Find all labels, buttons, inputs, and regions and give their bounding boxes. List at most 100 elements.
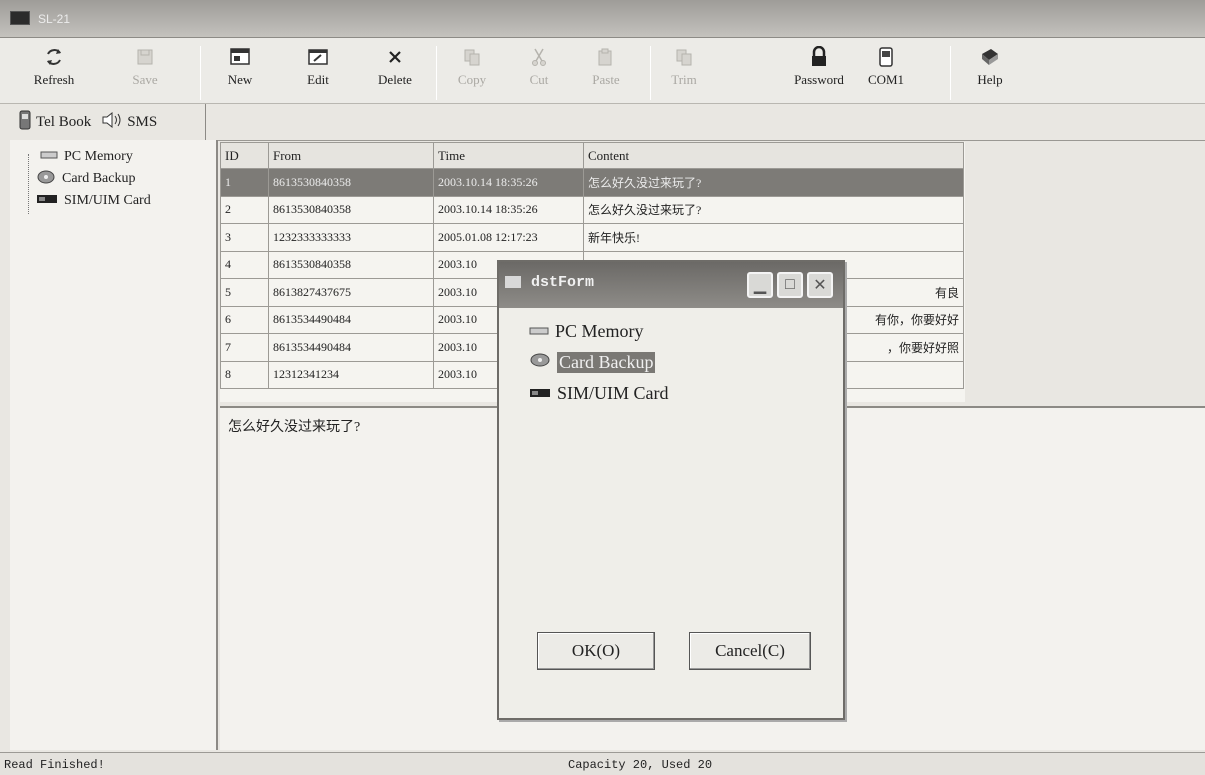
com-port-button[interactable]: COM1 xyxy=(862,44,910,100)
window-title: SL-21 xyxy=(38,12,71,26)
copy-button[interactable]: Copy xyxy=(452,44,492,100)
refresh-icon xyxy=(43,44,65,70)
dialog-title-bar: dstForm ▁ □ ✕ xyxy=(499,262,843,308)
ok-button[interactable]: OK(O) xyxy=(537,632,655,670)
status-bar: Read Finished! Capacity 20, Used 20 xyxy=(0,752,1205,775)
dialog-storage-list: PC Memory Card Backup SIM/UIM Card xyxy=(529,316,669,409)
maximize-button[interactable]: □ xyxy=(777,272,803,298)
delete-icon xyxy=(387,44,403,70)
sim-card-icon xyxy=(529,383,551,404)
cell-id: 7 xyxy=(220,333,269,362)
cell-time: 2003.10.14 18:35:26 xyxy=(433,195,584,224)
table-row[interactable]: 1 8613530840358 2003.10.14 18:35:26 怎么好久… xyxy=(220,168,964,197)
save-icon xyxy=(135,44,155,70)
memory-icon xyxy=(40,149,58,166)
password-button[interactable]: Password xyxy=(786,44,852,100)
table-row[interactable]: 2 8613530840358 2003.10.14 18:35:26 怎么好久… xyxy=(220,195,964,224)
refresh-button[interactable]: Refresh xyxy=(26,44,82,100)
card-backup-icon xyxy=(529,352,551,373)
dialog-item-card-backup[interactable]: Card Backup xyxy=(529,347,669,378)
cell-from: 8613530840358 xyxy=(268,250,434,279)
close-button[interactable]: ✕ xyxy=(807,272,833,298)
cut-icon xyxy=(529,44,549,70)
toolbar-separator xyxy=(650,46,651,100)
cell-content: 怎么好久没过来玩了? xyxy=(583,168,964,197)
column-header-from[interactable]: From xyxy=(268,142,434,169)
cancel-label: Cancel(C) xyxy=(715,641,785,660)
maximize-icon: □ xyxy=(785,276,795,293)
new-icon xyxy=(229,44,251,70)
storage-tree: PC Memory Card Backup SIM/UIM Card xyxy=(10,140,218,750)
app-icon xyxy=(10,11,30,25)
toolbar-separator xyxy=(950,46,951,100)
cell-id: 6 xyxy=(220,305,269,334)
edit-button[interactable]: Edit xyxy=(298,44,338,100)
cell-from: 12312341234 xyxy=(268,360,434,389)
tree-item-card-backup[interactable]: Card Backup xyxy=(10,168,216,190)
phone-icon xyxy=(876,44,896,70)
cell-from: 8613530840358 xyxy=(268,168,434,197)
table-row[interactable]: 3 1232333333333 2005.01.08 12:17:23 新年快乐… xyxy=(220,223,964,252)
tree-item-pc-memory[interactable]: PC Memory xyxy=(10,146,216,168)
dialog-item-pc-memory[interactable]: PC Memory xyxy=(529,316,669,347)
new-button[interactable]: New xyxy=(218,44,262,100)
cell-time: 2005.01.08 12:17:23 xyxy=(433,223,584,252)
close-icon: ✕ xyxy=(813,277,827,294)
sim-card-icon xyxy=(36,193,58,210)
copy-icon xyxy=(462,44,482,70)
minimize-icon: ▁ xyxy=(753,277,767,294)
cell-id: 4 xyxy=(220,250,269,279)
telephone-icon xyxy=(18,110,32,135)
minimize-button[interactable]: ▁ xyxy=(747,272,773,298)
status-message: Read Finished! xyxy=(4,758,105,772)
delete-button[interactable]: Delete xyxy=(370,44,420,100)
dialog-app-icon xyxy=(505,276,521,288)
dst-form-dialog: dstForm ▁ □ ✕ PC Memory Card Backup SIM/… xyxy=(497,260,845,720)
tree-connector xyxy=(28,154,29,214)
cell-id: 2 xyxy=(220,195,269,224)
paste-icon xyxy=(596,44,616,70)
tree-item-sim-card[interactable]: SIM/UIM Card xyxy=(10,190,216,212)
cell-id: 3 xyxy=(220,223,269,252)
cell-from: 8613534490484 xyxy=(268,333,434,362)
tab-bar: Tel Book SMS xyxy=(10,104,206,140)
preview-text: 怎么好久没过来玩了? xyxy=(228,420,361,435)
dialog-title: dstForm xyxy=(531,274,595,291)
toolbar-separator xyxy=(200,46,201,100)
column-header-time[interactable]: Time xyxy=(433,142,584,169)
cell-id: 8 xyxy=(220,360,269,389)
dialog-item-sim-card[interactable]: SIM/UIM Card xyxy=(529,378,669,409)
edit-icon xyxy=(307,44,329,70)
cell-time: 2003.10.14 18:35:26 xyxy=(433,168,584,197)
tab-telbook[interactable]: Tel Book xyxy=(18,110,91,135)
card-backup-icon xyxy=(36,169,56,190)
column-header-id[interactable]: ID xyxy=(220,142,269,169)
lock-icon xyxy=(809,44,829,70)
speaker-icon xyxy=(101,111,123,133)
cell-id: 5 xyxy=(220,278,269,307)
cut-button[interactable]: Cut xyxy=(522,44,556,100)
title-bar: SL-21 xyxy=(0,0,1205,38)
toolbar-separator xyxy=(436,46,437,100)
trim-button[interactable]: Trim xyxy=(664,44,704,100)
memory-icon xyxy=(529,321,549,342)
save-button[interactable]: Save xyxy=(120,44,170,100)
cell-from: 8613534490484 xyxy=(268,305,434,334)
tab-sms[interactable]: SMS xyxy=(101,111,157,133)
trim-icon xyxy=(674,44,694,70)
cell-from: 1232333333333 xyxy=(268,223,434,252)
cell-from: 8613530840358 xyxy=(268,195,434,224)
paste-button[interactable]: Paste xyxy=(586,44,626,100)
table-header-row: ID From Time Content xyxy=(220,142,964,169)
cancel-button[interactable]: Cancel(C) xyxy=(689,632,811,670)
capacity-status: Capacity 20, Used 20 xyxy=(568,758,713,772)
cell-content: 怎么好久没过来玩了? xyxy=(583,195,964,224)
column-header-content[interactable]: Content xyxy=(583,142,964,169)
help-book-icon xyxy=(979,44,1001,70)
cell-id: 1 xyxy=(220,168,269,197)
help-button[interactable]: Help xyxy=(970,44,1010,100)
ok-label: OK(O) xyxy=(571,641,621,660)
cell-content: 新年快乐! xyxy=(583,223,964,252)
cell-from: 8613827437675 xyxy=(268,278,434,307)
toolbar: Refresh Save New Edit Delete Copy Cut Pa… xyxy=(0,38,1205,104)
